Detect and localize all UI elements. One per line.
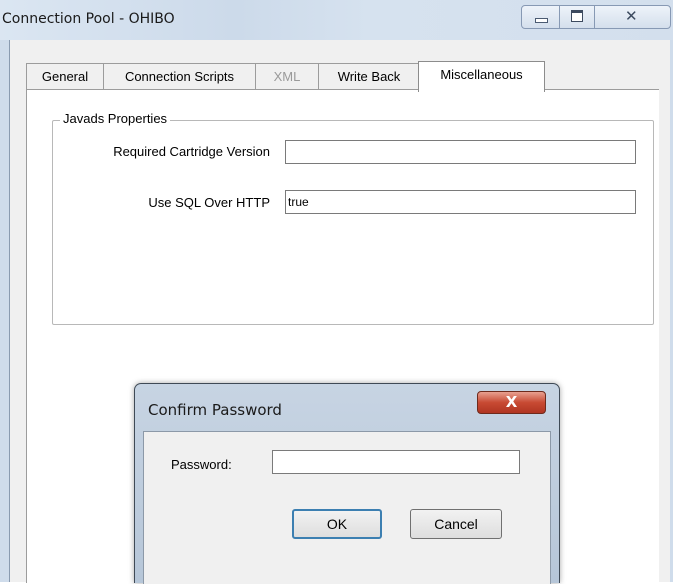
dialog-close-button[interactable]: X [477, 391, 546, 414]
tab-xml: XML [255, 63, 319, 89]
use-sql-over-http-label: Use SQL Over HTTP [148, 195, 270, 210]
tab-connection-scripts[interactable]: Connection Scripts [103, 63, 256, 89]
close-icon: X [505, 393, 518, 411]
close-icon: ✕ [625, 7, 638, 25]
required-cartridge-version-input[interactable] [285, 140, 636, 164]
minimize-icon [535, 18, 548, 23]
maximize-button[interactable] [560, 6, 595, 28]
tab-write-back[interactable]: Write Back [318, 63, 420, 89]
group-title: Javads Properties [60, 111, 171, 126]
use-sql-over-http-input[interactable]: true [285, 190, 636, 214]
minimize-button[interactable] [522, 6, 560, 28]
tab-general[interactable]: General [26, 63, 104, 89]
dialog-title: Confirm Password [148, 401, 282, 419]
dialog-body: Password: OK Cancel [143, 431, 551, 584]
confirm-password-dialog: Confirm Password X Password: OK Cancel [134, 383, 560, 584]
password-input[interactable] [272, 450, 520, 474]
window-controls: ✕ [521, 5, 671, 29]
close-button[interactable]: ✕ [595, 6, 670, 28]
title-bar[interactable]: Connection Pool - OHIBO ✕ [0, 0, 673, 40]
window-title: Connection Pool - OHIBO [2, 11, 175, 27]
ok-button[interactable]: OK [292, 509, 382, 539]
maximize-icon [571, 10, 583, 22]
tab-miscellaneous[interactable]: Miscellaneous [418, 61, 545, 92]
required-cartridge-version-label: Required Cartridge Version [113, 144, 270, 159]
cancel-button[interactable]: Cancel [410, 509, 502, 539]
password-label: Password: [171, 457, 232, 472]
connection-pool-window: Connection Pool - OHIBO ✕ General Connec… [0, 0, 673, 584]
